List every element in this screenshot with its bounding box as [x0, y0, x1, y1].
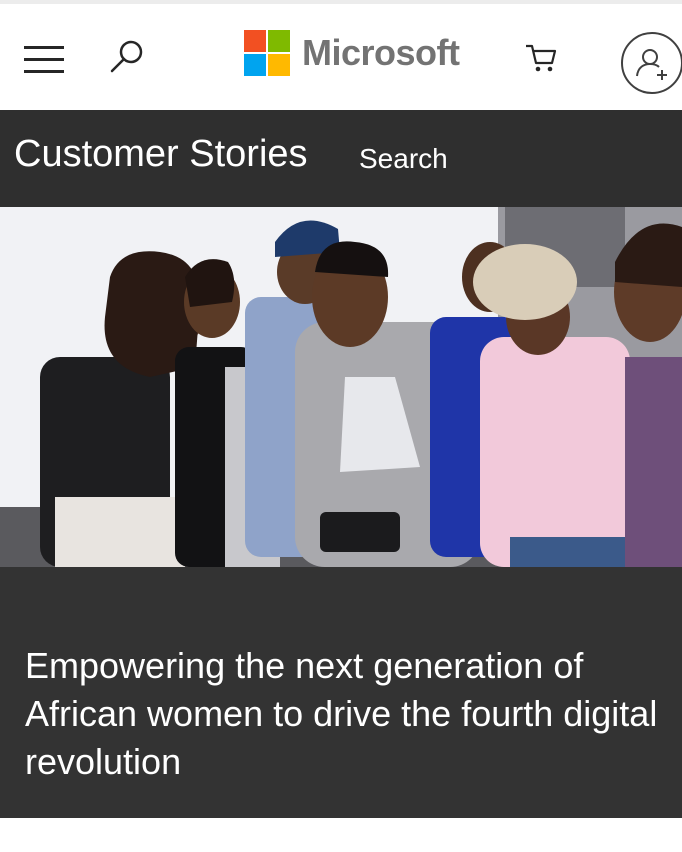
page-bottom [0, 818, 682, 852]
brand-name: Microsoft [302, 32, 460, 73]
cart-icon[interactable] [524, 42, 558, 74]
account-add-icon[interactable] [621, 32, 682, 94]
section-title[interactable]: Customer Stories [14, 132, 308, 176]
menu-icon[interactable] [24, 46, 64, 74]
students-photo-illustration [0, 207, 682, 567]
search-icon[interactable] [108, 38, 146, 76]
search-link[interactable]: Search [359, 142, 448, 176]
microsoft-logo[interactable]: Microsoft [244, 29, 460, 77]
hero-image[interactable] [0, 207, 682, 567]
customer-stories-nav: Customer Stories Search [0, 110, 682, 207]
story-headline[interactable]: Empowering the next generation of Africa… [25, 642, 682, 786]
site-header: Microsoft [0, 4, 682, 110]
story-panel[interactable]: Empowering the next generation of Africa… [0, 567, 682, 818]
microsoft-logo-icon [244, 30, 290, 76]
